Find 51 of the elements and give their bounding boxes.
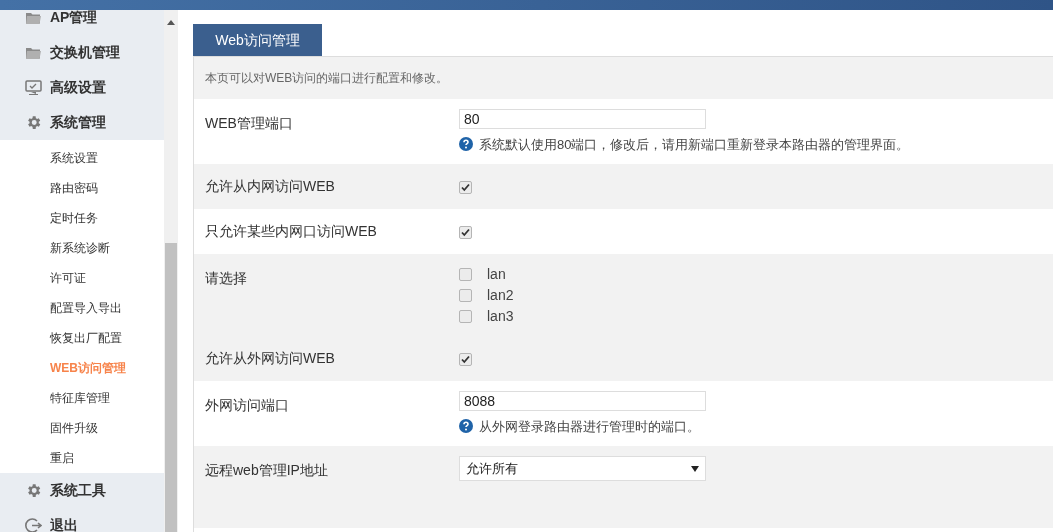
option-label: lan (487, 265, 506, 284)
menu-item[interactable]: 系统工具 (0, 473, 164, 508)
tab[interactable]: Web访问管理 (193, 24, 322, 56)
submenu-item[interactable]: 配置导入导出 (0, 293, 164, 323)
submenu-item[interactable]: 特征库管理 (0, 383, 164, 413)
checkbox[interactable] (459, 353, 472, 366)
scrollbar-thumb[interactable] (165, 243, 177, 532)
field-label: 只允许某些内网口访问WEB (205, 222, 378, 241)
folder-icon (25, 45, 42, 60)
caret-icon (691, 465, 699, 472)
folder-icon (25, 10, 42, 25)
select-field[interactable]: 允许所有 (459, 456, 706, 481)
monitor-icon (25, 79, 42, 96)
submenu-item[interactable]: 固件升级 (0, 413, 164, 443)
field-label: WEB管理端口 (205, 114, 294, 133)
hint-text: 从外网登录路由器进行管理时的端口。 (479, 417, 700, 436)
text-field[interactable]: 8088 (459, 391, 706, 411)
submenu-item[interactable]: 定时任务 (0, 203, 164, 233)
menu-item[interactable]: 交换机管理 (0, 35, 164, 70)
scroll-up-icon[interactable] (167, 20, 175, 25)
menu-item[interactable]: 高级设置 (0, 70, 164, 105)
submenu-item[interactable]: 许可证 (0, 263, 164, 293)
submenu-item[interactable]: 新系统诊断 (0, 233, 164, 263)
gear-icon (25, 114, 42, 131)
submenu-item[interactable]: 恢复出厂配置 (0, 323, 164, 353)
text-field[interactable]: 80 (459, 109, 706, 129)
field-label: 允许从外网访问WEB (205, 349, 336, 368)
submenu-item[interactable]: 重启 (0, 443, 164, 473)
field-label: 允许从内网访问WEB (205, 177, 336, 196)
help-icon (459, 137, 473, 152)
checkbox[interactable] (459, 226, 472, 239)
field-label: 外网访问端口 (205, 396, 290, 415)
checkbox[interactable] (459, 181, 472, 194)
menu-item[interactable]: AP管理 (0, 10, 164, 35)
hint-text: 系统默认使用80端口，修改后，请用新端口重新登录本路由器的管理界面。 (479, 135, 910, 154)
submenu-item[interactable]: 路由密码 (0, 173, 164, 203)
checkbox[interactable] (459, 289, 472, 302)
logout-icon (25, 517, 42, 532)
checkbox[interactable] (459, 268, 472, 281)
gear-icon (25, 482, 42, 499)
submenu-item[interactable]: 系统设置 (0, 143, 164, 173)
option-label: lan2 (487, 286, 514, 305)
help-icon (459, 419, 473, 434)
option-label: lan3 (487, 307, 514, 326)
description-text: 本页可以对WEB访问的端口进行配置和修改。 (205, 70, 449, 87)
checkbox[interactable] (459, 310, 472, 323)
field-label: 请选择 (205, 269, 248, 288)
menu-item[interactable]: 退出 (0, 508, 164, 532)
scrollbar[interactable] (164, 10, 178, 532)
field-label: 远程web管理IP地址 (205, 461, 329, 480)
menu-item[interactable]: 系统管理 (0, 105, 164, 140)
